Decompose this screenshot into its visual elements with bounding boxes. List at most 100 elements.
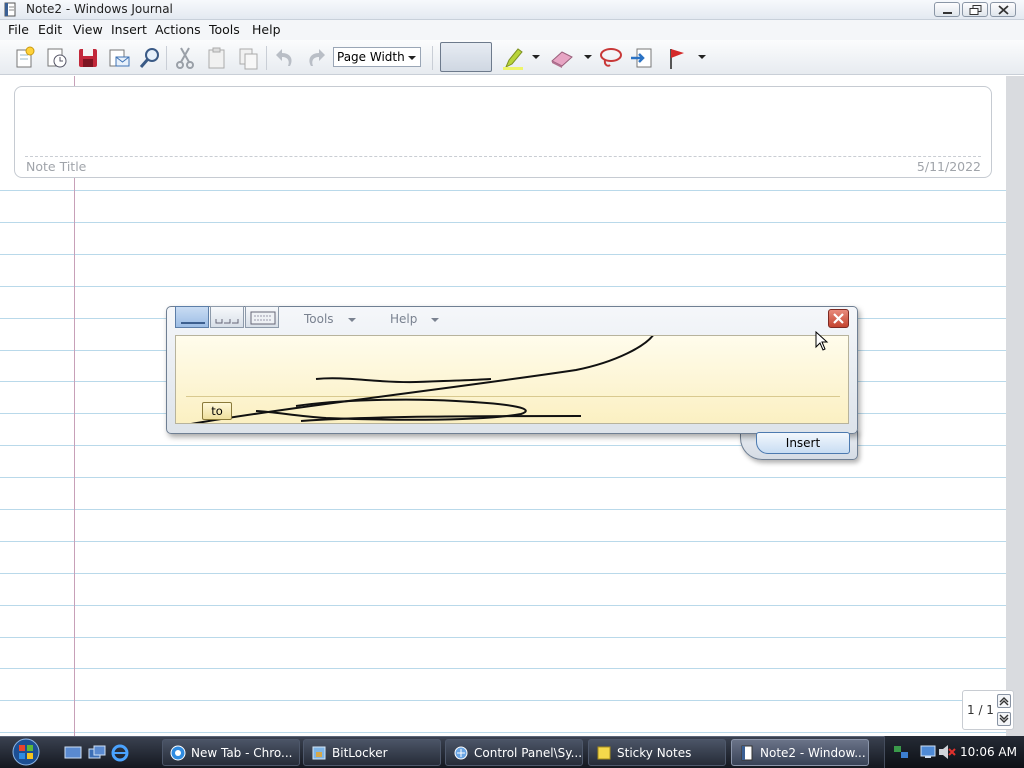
zoom-value: Page Width [337,50,405,64]
chrome-icon [170,745,186,761]
zoom-select[interactable]: Page Width [333,47,421,67]
writing-pad-icon [181,322,205,324]
bitlocker-icon [312,746,326,760]
save-icon [79,49,97,67]
vertical-scrollbar[interactable] [1006,76,1024,736]
task-windows-journal[interactable]: Note2 - Window... [731,739,869,766]
chevron-down-icon [999,714,1009,723]
task-label: Sticky Notes [617,746,692,760]
cut-button[interactable] [172,45,198,71]
start-button[interactable] [6,737,46,767]
insert-button[interactable]: Insert [756,432,850,454]
highlighter-dropdown-arrow[interactable] [532,55,540,59]
volume-muted-icon[interactable] [938,744,956,760]
task-bitlocker[interactable]: BitLocker [303,739,441,766]
note-title[interactable]: Note Title [26,159,86,174]
writing-pad[interactable] [175,335,849,424]
paste-button[interactable] [235,45,261,71]
tools-dropdown-arrow[interactable] [348,318,356,322]
task-label: New Tab - Chro... [191,746,293,760]
network-icon[interactable] [893,744,909,760]
flag-button[interactable] [664,45,690,71]
send-email-button[interactable] [106,45,132,71]
eraser-dropdown-arrow[interactable] [584,55,592,59]
toolbar-separator [166,46,167,70]
task-sticky-notes[interactable]: Sticky Notes [588,739,726,766]
eraser-button[interactable] [549,45,575,71]
highlighter-icon [503,48,523,70]
task-label: BitLocker [332,746,388,760]
find-button[interactable] [137,45,163,71]
window-title: Note2 - Windows Journal [26,2,173,16]
undo-icon [276,49,292,66]
menu-actions[interactable]: Actions [155,22,201,37]
switch-windows-icon[interactable] [88,744,106,762]
chevron-down-icon [408,56,416,60]
menu-file[interactable]: File [8,22,29,37]
cut-icon [176,47,194,69]
restore-icon [969,5,982,15]
menu-view[interactable]: View [73,22,103,37]
insert-space-button[interactable] [629,45,655,71]
clock: 10:06 AM [960,745,1017,759]
highlighter-button[interactable] [500,45,526,71]
writing-pad-mode-button[interactable] [175,306,209,328]
insert-space-icon [631,48,652,68]
undo-button[interactable] [272,45,298,71]
title-divider [25,156,981,157]
close-icon [833,313,844,324]
keyboard-icon [250,311,276,325]
close-window-button[interactable] [990,2,1016,17]
control-panel-icon [454,746,468,760]
title-bar[interactable]: Note2 - Windows Journal [0,0,1024,20]
toolbar-separator [266,46,267,70]
menu-help[interactable]: Help [252,22,281,37]
pen-selected-frame [440,42,492,72]
page-navigator: 1 / 1 [962,690,1014,730]
input-panel-help-menu[interactable]: Help [390,312,417,326]
internet-explorer-icon[interactable] [111,744,129,762]
chevron-up-icon [999,697,1009,706]
copy-button[interactable] [204,45,230,71]
flag-dropdown-arrow[interactable] [698,55,706,59]
menu-tools[interactable]: Tools [209,22,240,37]
character-pad-icon [215,319,239,324]
save-button[interactable] [75,45,101,71]
send-email-icon [109,49,130,67]
new-note-button[interactable] [12,45,38,71]
menu-bar: File Edit View Insert Actions Tools Help [0,20,1024,40]
input-panel-tools-menu[interactable]: Tools [304,312,334,326]
minimize-button[interactable] [934,2,960,17]
character-pad-mode-button[interactable] [210,306,244,328]
new-note-icon [16,46,35,68]
eraser-icon [551,51,573,68]
redo-button[interactable] [303,45,329,71]
copy-icon [208,47,225,69]
show-desktop-icon[interactable] [64,744,82,762]
next-page-button[interactable] [997,712,1011,726]
journal-icon [741,745,753,761]
restore-button[interactable] [962,2,988,17]
recognition-suggestion[interactable]: to [202,402,232,420]
mouse-cursor-icon [815,331,829,351]
menu-insert[interactable]: Insert [111,22,147,37]
find-icon [139,48,159,68]
keyboard-mode-button[interactable] [245,306,279,328]
help-dropdown-arrow[interactable] [431,318,439,322]
page-count: 1 / 1 [967,703,994,717]
menu-edit[interactable]: Edit [38,22,62,37]
toolbar-separator [432,46,433,70]
sticky-notes-icon [597,746,611,760]
task-label: Note2 - Window... [760,746,866,760]
new-from-template-button[interactable] [44,45,70,71]
display-icon[interactable] [920,744,936,760]
input-panel-close-button[interactable] [828,309,849,328]
task-label: Control Panel\Sy... [474,746,583,760]
toolbar [0,40,1024,75]
selection-lasso-button[interactable] [598,45,624,71]
previous-page-button[interactable] [997,694,1011,708]
flag-icon [670,49,684,69]
task-chrome[interactable]: New Tab - Chro... [162,739,300,766]
task-control-panel[interactable]: Control Panel\Sy... [445,739,583,766]
note-title-area[interactable]: Note Title 5/11/2022 [14,86,992,178]
